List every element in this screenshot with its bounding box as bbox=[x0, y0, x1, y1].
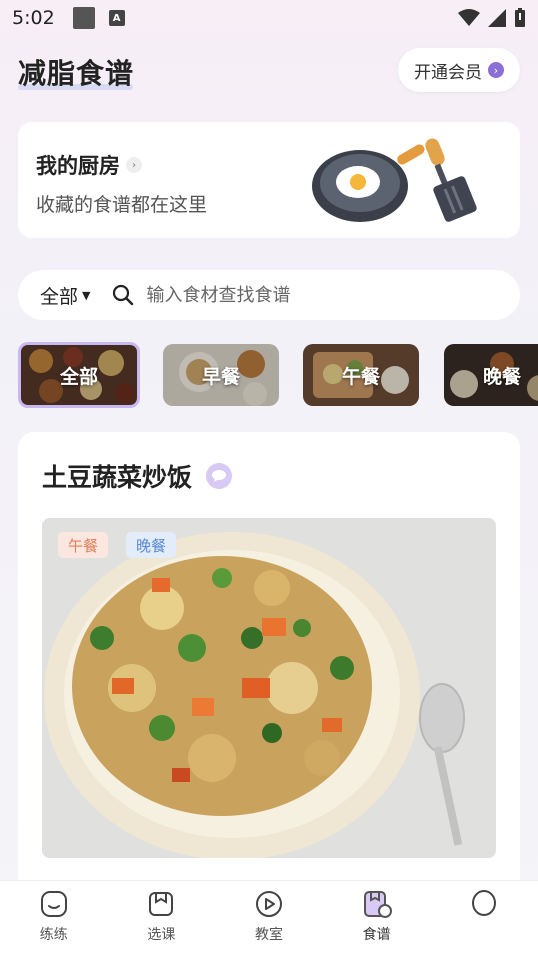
recipe-card[interactable]: 土豆蔬菜炒饭 午餐 晚餐 bbox=[18, 432, 520, 902]
header: 减脂食谱 开通会员 › bbox=[0, 44, 538, 100]
recipe-title: 土豆蔬菜炒饭 bbox=[42, 458, 233, 494]
tag-dinner: 晚餐 bbox=[126, 532, 177, 558]
kitchen-title-label: 我的厨房 bbox=[36, 154, 120, 178]
tag-lunch: 午餐 bbox=[58, 532, 109, 558]
recipe-title-label: 土豆蔬菜炒饭 bbox=[42, 463, 193, 492]
nav-item-recipes[interactable]: 食谱 bbox=[332, 889, 422, 944]
kitchen-title: 我的厨房 › bbox=[36, 150, 142, 180]
course-icon bbox=[149, 892, 174, 916]
play-icon bbox=[255, 891, 282, 917]
my-kitchen-card[interactable]: 我的厨房 › 收藏的食谱都在这里 bbox=[18, 122, 520, 238]
nav-item-courses[interactable]: 选课 bbox=[116, 889, 206, 944]
app-notification-icon: A bbox=[108, 10, 125, 26]
search-bar: 全部 ▼ bbox=[18, 270, 520, 320]
nav-item-profile[interactable] bbox=[439, 889, 529, 924]
caret-down-icon[interactable]: ▼ bbox=[82, 289, 90, 302]
kitchen-subtitle: 收藏的食谱都在这里 bbox=[36, 194, 208, 216]
category-dinner[interactable]: 晚餐 bbox=[444, 344, 538, 406]
page-title: 减脂食谱 bbox=[18, 57, 135, 90]
nav-label: 练练 bbox=[39, 927, 68, 943]
nav-label: 教室 bbox=[254, 927, 283, 943]
category-all[interactable]: 全部 bbox=[18, 342, 140, 408]
bottom-nav: 练练 选课 教室 食谱 bbox=[0, 880, 538, 956]
chevron-right-icon: › bbox=[126, 157, 142, 173]
recipe-image bbox=[42, 518, 496, 858]
wifi-icon bbox=[458, 9, 480, 26]
frying-pan-illustration bbox=[312, 138, 477, 222]
category-label: 全部 bbox=[59, 365, 98, 388]
battery-icon bbox=[515, 8, 525, 27]
notification-icon bbox=[72, 7, 95, 29]
status-time: 5:02 bbox=[12, 7, 55, 29]
category-label: 早餐 bbox=[201, 365, 240, 388]
chat-bubble-icon bbox=[206, 463, 233, 489]
nav-item-classroom[interactable]: 教室 bbox=[224, 889, 314, 944]
chevron-right-icon: › bbox=[488, 62, 504, 78]
category-label: 午餐 bbox=[341, 365, 380, 388]
category-label: 晚餐 bbox=[482, 365, 521, 388]
vip-button[interactable]: 开通会员 › bbox=[398, 48, 520, 92]
status-bar: 5:02 A bbox=[0, 0, 538, 36]
category-breakfast[interactable]: 早餐 bbox=[163, 344, 279, 406]
nav-item-practice[interactable]: 练练 bbox=[9, 889, 99, 944]
profile-icon bbox=[472, 890, 497, 916]
nav-label: 食谱 bbox=[362, 927, 391, 943]
search-icon bbox=[112, 284, 134, 306]
nav-label: 选课 bbox=[147, 927, 176, 943]
category-lunch[interactable]: 午餐 bbox=[303, 344, 419, 406]
search-input[interactable] bbox=[146, 284, 447, 306]
smile-icon bbox=[40, 891, 67, 917]
category-tabs: 全部 早餐 午餐 晚餐 bbox=[18, 342, 538, 410]
signal-icon bbox=[488, 9, 506, 27]
filter-dropdown[interactable]: 全部 bbox=[40, 282, 78, 309]
vip-button-label: 开通会员 bbox=[414, 62, 482, 83]
recipe-photo[interactable]: 午餐 晚餐 bbox=[42, 518, 496, 858]
recipe-icon bbox=[363, 891, 392, 918]
